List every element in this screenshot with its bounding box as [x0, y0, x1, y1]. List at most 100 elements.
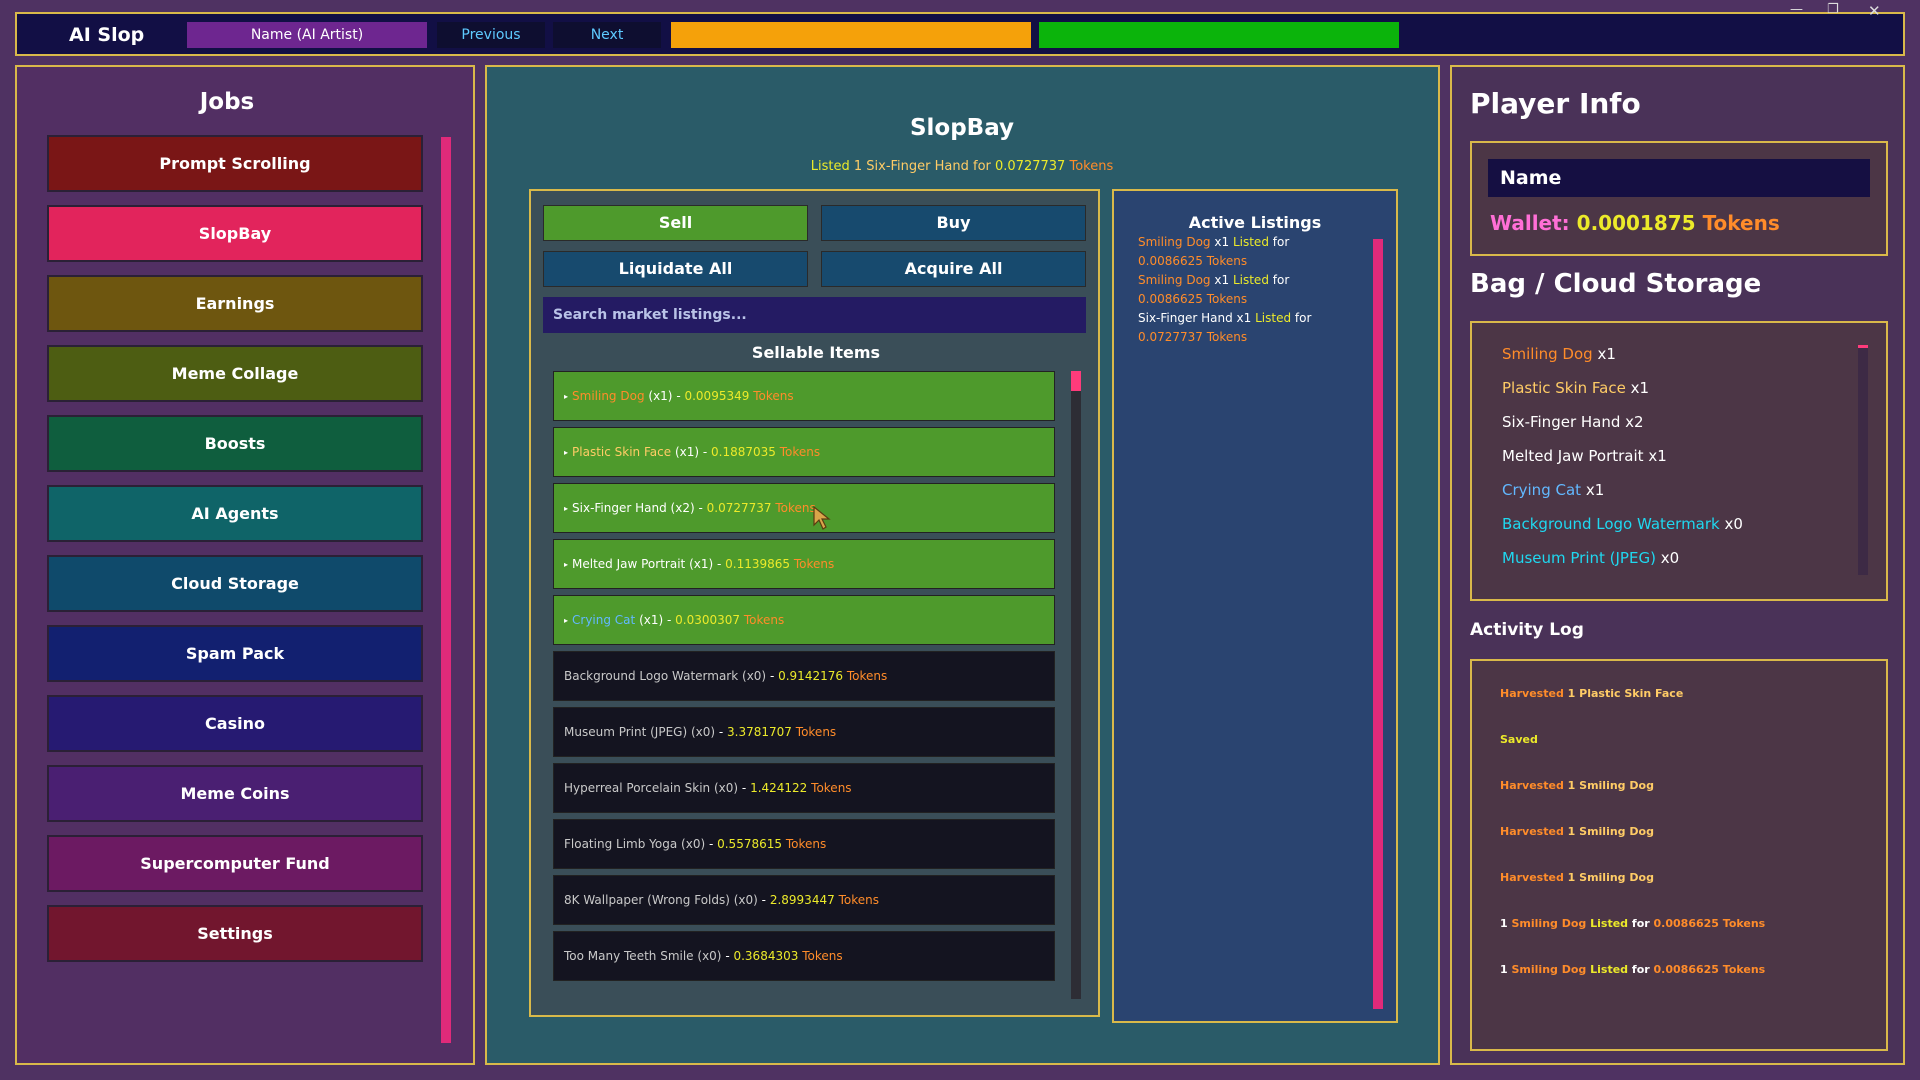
expand-triangle-icon: ▸	[564, 615, 569, 625]
jobs-panel: Jobs Prompt Scrolling SlopBay Earnings Meme…	[15, 65, 475, 1065]
bag-item[interactable]: Background Logo Watermark x0	[1502, 515, 1743, 533]
item-name: Six-Finger Hand	[572, 501, 667, 515]
sellable-item[interactable]: Hyperreal Porcelain Skin (x0) - 1.424122…	[553, 763, 1055, 813]
item-qty: (x0)	[713, 781, 739, 795]
job-button-spam-pack[interactable]: Spam Pack	[47, 625, 423, 682]
job-button-prompt-scrolling[interactable]: Prompt Scrolling	[47, 135, 423, 192]
item-tokens: Tokens	[753, 389, 794, 403]
bag-item-name: Museum Print (JPEG)	[1502, 549, 1656, 567]
minimize-icon[interactable]: —	[1790, 2, 1803, 17]
bag-item-qty: x1	[1648, 447, 1667, 465]
sellable-item[interactable]: ▸ Six-Finger Hand (x2) - 0.0727737 Tokens	[553, 483, 1055, 533]
status-amount: 0.0727737	[995, 159, 1066, 174]
item-name: 8K Wallpaper (Wrong Folds)	[564, 893, 730, 907]
bag-item-qty: x2	[1625, 413, 1644, 431]
log-entry: Harvested 1 Smiling Dog	[1500, 779, 1654, 792]
item-name: Smiling Dog	[572, 389, 645, 403]
log-part-b: 1 Plastic Skin Face	[1567, 687, 1684, 700]
bag-scrollbar[interactable]	[1858, 345, 1868, 575]
bag-item-name: Melted Jaw Portrait	[1502, 447, 1644, 465]
sellable-item[interactable]: Museum Print (JPEG) (x0) - 3.3781707 Tok…	[553, 707, 1055, 757]
close-icon[interactable]: ✕	[1868, 2, 1881, 20]
player-info-box: Name Wallet: 0.0001875 Tokens	[1470, 141, 1888, 256]
bag-item-name: Plastic Skin Face	[1502, 379, 1626, 397]
mouse-cursor-icon	[813, 505, 831, 530]
next-button[interactable]: Next	[553, 22, 661, 48]
market-box: Sell Buy Liquidate All Acquire All Searc…	[529, 189, 1100, 1017]
sellable-item[interactable]: ▸ Plastic Skin Face (x1) - 0.1887035 Toke…	[553, 427, 1055, 477]
acquire-all-button[interactable]: Acquire All	[821, 251, 1086, 287]
item-qty: (x0)	[681, 837, 706, 851]
job-button-casino[interactable]: Casino	[47, 695, 423, 752]
sellable-item[interactable]: ▸ Smiling Dog (x1) - 0.0095349 Tokens	[553, 371, 1055, 421]
log-entry: 1 Smiling Dog Listed for 0.0086625 Token…	[1500, 917, 1765, 930]
log-part-d: for	[1631, 963, 1650, 976]
item-tokens: Tokens	[846, 669, 888, 683]
bag-item-name: Crying Cat	[1502, 481, 1582, 499]
item-name: Hyperreal Porcelain Skin	[564, 781, 711, 795]
market-scrollbar[interactable]	[1071, 371, 1081, 999]
sellable-item[interactable]: Too Many Teeth Smile (x0) - 0.3684303 To…	[553, 931, 1055, 981]
bag-item[interactable]: Smiling Dog x1	[1502, 345, 1616, 363]
log-part-e: 0.0086625 Tokens	[1653, 917, 1766, 930]
buy-button[interactable]: Buy	[821, 205, 1086, 241]
previous-button[interactable]: Previous	[437, 22, 545, 48]
bag-item[interactable]: Museum Print (JPEG) x0	[1502, 549, 1679, 567]
job-button-cloud-storage[interactable]: Cloud Storage	[47, 555, 423, 612]
listings-scrollbar[interactable]	[1373, 239, 1383, 1009]
bag-item[interactable]: Plastic Skin Face x1	[1502, 379, 1649, 397]
item-name: Plastic Skin Face	[572, 445, 672, 459]
log-part-a: Harvested	[1500, 779, 1564, 792]
sellable-item[interactable]: Background Logo Watermark (x0) - 0.91421…	[553, 651, 1055, 701]
item-qty: (x1)	[674, 445, 700, 459]
maximize-icon[interactable]: ❐	[1827, 2, 1839, 17]
wallet-display: Wallet: 0.0001875 Tokens	[1490, 211, 1780, 235]
job-button-ai-agents[interactable]: AI Agents	[47, 485, 423, 542]
bag-item[interactable]: Crying Cat x1	[1502, 481, 1604, 499]
sellable-item[interactable]: ▸ Melted Jaw Portrait (x1) - 0.1139865 To…	[553, 539, 1055, 589]
listing-qty: x1	[1236, 311, 1252, 325]
listing-tokens: Tokens	[1206, 254, 1248, 268]
slopbay-title: SlopBay	[909, 115, 1015, 141]
job-button-settings[interactable]: Settings	[47, 905, 423, 962]
artist-name-button[interactable]: Name (AI Artist)	[187, 22, 427, 48]
market-scrollbar-thumb[interactable]	[1071, 371, 1081, 391]
green-progress-bar	[1039, 22, 1399, 48]
liquidate-all-button[interactable]: Liquidate All	[543, 251, 808, 287]
bag-scrollbar-thumb[interactable]	[1858, 345, 1868, 348]
item-qty: (x1)	[689, 557, 714, 571]
sellable-item[interactable]: Floating Limb Yoga (x0) - 0.5578615 Toke…	[553, 819, 1055, 869]
sellable-item[interactable]: ▸ Crying Cat (x1) - 0.0300307 Tokens	[553, 595, 1055, 645]
item-tokens: Tokens	[802, 949, 843, 963]
player-info-title: Player Info	[1470, 87, 1641, 120]
active-listing: Six-Finger Hand x1 Listed for 0.0727737 …	[1138, 309, 1368, 347]
job-button-boosts[interactable]: Boosts	[47, 415, 423, 472]
job-button-earnings[interactable]: Earnings	[47, 275, 423, 332]
item-price: 0.1887035	[711, 445, 776, 459]
listing-price: 0.0727737	[1138, 330, 1203, 344]
jobs-scrollbar[interactable]	[441, 137, 451, 1043]
sellable-item[interactable]: 8K Wallpaper (Wrong Folds) (x0) - 2.8993…	[553, 875, 1055, 925]
job-button-slopbay[interactable]: SlopBay	[47, 205, 423, 262]
item-qty: (x0)	[690, 725, 716, 739]
bag-item[interactable]: Melted Jaw Portrait x1	[1502, 447, 1667, 465]
job-button-meme-coins[interactable]: Meme Coins	[47, 765, 423, 822]
item-price: 0.1139865	[725, 557, 791, 571]
listing-for: for	[1272, 235, 1290, 249]
job-button-meme-collage[interactable]: Meme Collage	[47, 345, 423, 402]
bag-item-qty: x1	[1585, 481, 1605, 499]
active-listing: Smiling Dog x1 Listed for 0.0086625 Toke…	[1138, 271, 1368, 309]
bag-item-qty: x0	[1724, 515, 1743, 533]
item-price: 0.0300307	[675, 613, 741, 627]
bag-item-qty: x1	[1630, 379, 1650, 397]
player-name: Name	[1488, 159, 1870, 197]
search-input[interactable]: Search market listings...	[543, 297, 1086, 333]
active-listings-title: Active Listings	[1188, 213, 1322, 232]
active-listings-box: Active Listings Smiling Dog x1 Listed fo…	[1112, 189, 1398, 1023]
item-price: 2.8993447	[769, 893, 835, 907]
item-price: 1.424122	[750, 781, 808, 795]
sell-button[interactable]: Sell	[543, 205, 808, 241]
bag-item-name: Background Logo Watermark	[1502, 515, 1720, 533]
bag-item[interactable]: Six-Finger Hand x2	[1502, 413, 1644, 431]
job-button-supercomputer-fund[interactable]: Supercomputer Fund	[47, 835, 423, 892]
